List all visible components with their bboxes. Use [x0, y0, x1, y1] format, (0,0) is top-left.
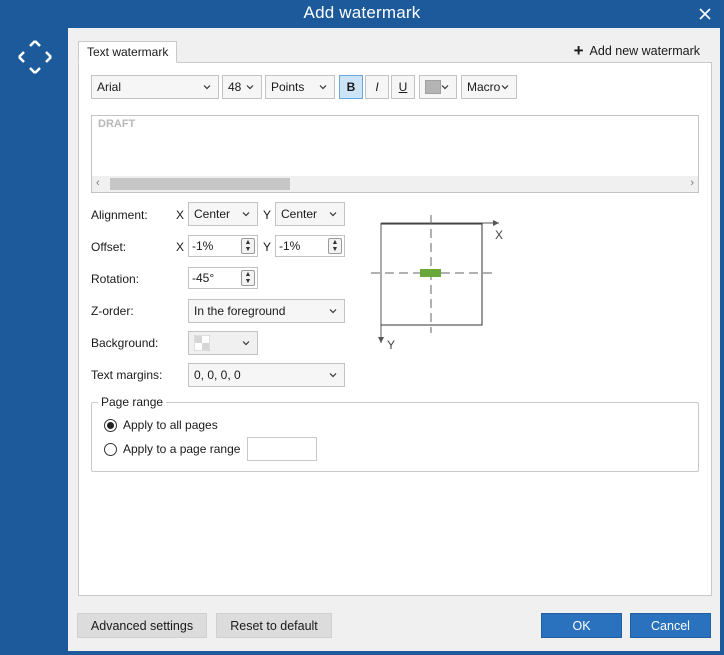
- rotation-value: -45°: [192, 271, 215, 285]
- tab-page: Arial 48 Points B I U Macro DRAFT ‹ › Al…: [78, 62, 712, 596]
- chevron-down-icon: [329, 373, 337, 378]
- offset-x-label: X: [176, 240, 185, 254]
- font-size-select[interactable]: 48: [222, 75, 262, 99]
- close-icon: [699, 8, 711, 20]
- alignment-label: Alignment:: [91, 208, 148, 222]
- background-label: Background:: [91, 336, 159, 350]
- units-value: Points: [271, 80, 305, 94]
- dialog-content: Text watermark + Add new watermark Arial…: [68, 28, 720, 651]
- macro-select[interactable]: Macro: [461, 75, 517, 99]
- chevron-down-icon: [329, 309, 337, 314]
- page-range-group: Page range Apply to all pages Apply to a…: [91, 395, 699, 472]
- chevron-down-icon: [246, 85, 254, 90]
- font-select-value: Arial: [97, 80, 122, 94]
- zorder-label: Z-order:: [91, 304, 134, 318]
- close-button[interactable]: [694, 3, 716, 25]
- alignment-y-label: Y: [263, 208, 272, 222]
- plus-icon: +: [573, 41, 584, 60]
- apply-page-range-label: Apply to a page range: [123, 442, 241, 456]
- offset-x-stepper[interactable]: -1% ▲ ▼: [188, 235, 258, 257]
- offset-y-value: -1%: [279, 239, 301, 253]
- text-margins-value: 0, 0, 0, 0: [194, 368, 241, 382]
- reset-to-default-button[interactable]: Reset to default: [216, 613, 332, 638]
- add-new-watermark-label: Add new watermark: [589, 44, 700, 58]
- bold-button[interactable]: B: [339, 75, 363, 99]
- chevron-down-icon: [441, 85, 449, 90]
- offset-y-spin-buttons[interactable]: ▲ ▼: [328, 238, 342, 254]
- zorder-select[interactable]: In the foreground: [188, 299, 345, 323]
- scroll-right-icon[interactable]: ›: [690, 177, 694, 189]
- watermark-text-input[interactable]: DRAFT ‹ ›: [91, 115, 699, 193]
- chevron-down-icon: [242, 212, 250, 217]
- radio-indicator-checked: [104, 418, 117, 432]
- italic-button[interactable]: I: [365, 75, 389, 99]
- radio-indicator: [104, 442, 117, 456]
- alignment-y-select[interactable]: Center: [275, 202, 345, 226]
- chevron-down-icon: [203, 85, 211, 90]
- text-margins-select[interactable]: 0, 0, 0, 0: [188, 363, 345, 387]
- color-swatch: [425, 80, 441, 94]
- offset-x-spin-buttons[interactable]: ▲ ▼: [241, 238, 255, 254]
- position-diagram: X Y: [371, 215, 503, 352]
- advanced-settings-button[interactable]: Advanced settings: [77, 613, 207, 638]
- title-bar: Add watermark: [0, 0, 724, 28]
- offset-x-value: -1%: [192, 239, 214, 253]
- apply-all-pages-label: Apply to all pages: [123, 418, 218, 432]
- offset-y-stepper[interactable]: -1% ▲ ▼: [275, 235, 345, 257]
- chevron-down-icon: [501, 85, 509, 90]
- watermark-position-marker: [420, 269, 441, 277]
- background-picker[interactable]: [188, 331, 258, 355]
- scroll-left-icon[interactable]: ‹: [96, 177, 100, 189]
- tab-text-watermark[interactable]: Text watermark: [78, 41, 178, 63]
- apply-all-pages-radio[interactable]: Apply to all pages: [104, 418, 218, 432]
- rotation-label: Rotation:: [91, 272, 140, 286]
- horizontal-scrollbar[interactable]: ‹ ›: [92, 176, 698, 192]
- page-range-input[interactable]: [247, 437, 317, 461]
- alignment-x-label: X: [176, 208, 185, 222]
- watermark-logo-icon: [18, 40, 52, 74]
- alignment-x-value: Center: [194, 207, 231, 221]
- font-select[interactable]: Arial: [91, 75, 219, 99]
- chevron-down-icon: [319, 85, 327, 90]
- alignment-y-value: Center: [281, 207, 318, 221]
- units-select[interactable]: Points: [265, 75, 335, 99]
- rotation-stepper[interactable]: -45° ▲ ▼: [188, 267, 258, 289]
- offset-y-label: Y: [263, 240, 272, 254]
- add-new-watermark-button[interactable]: + Add new watermark: [573, 41, 700, 60]
- apply-page-range-radio[interactable]: Apply to a page range: [104, 442, 240, 456]
- window-title: Add watermark: [303, 3, 421, 22]
- watermark-text-value: DRAFT: [98, 118, 136, 130]
- transparent-swatch-icon: [194, 335, 210, 351]
- zorder-value: In the foreground: [194, 304, 286, 318]
- diagram-y-label: Y: [387, 338, 395, 352]
- scrollbar-thumb[interactable]: [110, 178, 290, 190]
- offset-label: Offset:: [91, 240, 127, 254]
- cancel-button[interactable]: Cancel: [630, 613, 711, 638]
- text-color-picker[interactable]: [419, 75, 457, 99]
- chevron-down-icon: [242, 341, 250, 346]
- diagram-x-label: X: [495, 228, 503, 242]
- ok-button[interactable]: OK: [541, 613, 622, 638]
- sidebar: [0, 28, 68, 655]
- chevron-down-icon: [329, 212, 337, 217]
- macro-label: Macro: [467, 80, 501, 94]
- font-size-value: 48: [228, 80, 242, 94]
- alignment-x-select[interactable]: Center: [188, 202, 258, 226]
- underline-button[interactable]: U: [391, 75, 415, 99]
- rotation-spin-buttons[interactable]: ▲ ▼: [241, 270, 255, 286]
- text-margins-label: Text margins:: [91, 368, 163, 382]
- page-range-legend: Page range: [98, 395, 167, 409]
